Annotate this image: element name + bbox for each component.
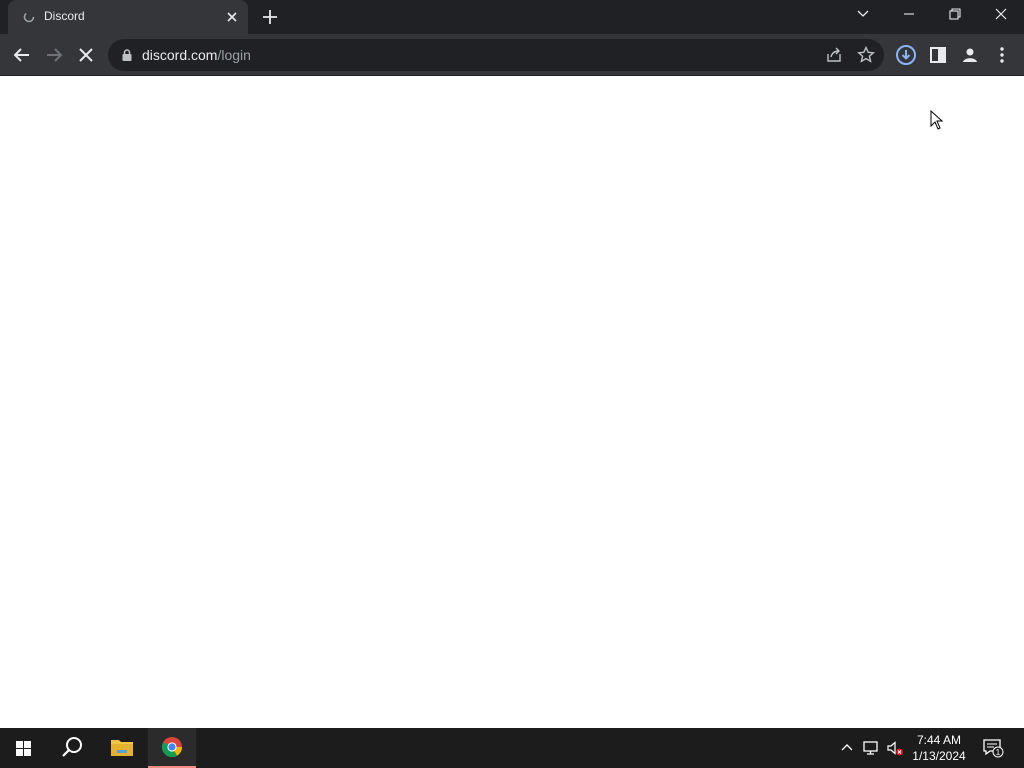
url-path: /login <box>217 47 251 63</box>
download-icon[interactable] <box>894 43 918 67</box>
clock-time: 7:44 AM <box>916 733 962 747</box>
address-bar[interactable]: discord.com/login <box>108 39 884 71</box>
mouse-cursor-icon <box>930 110 944 130</box>
bookmark-star-icon[interactable] <box>856 45 876 65</box>
lock-icon[interactable] <box>120 48 134 62</box>
more-menu-icon[interactable] <box>990 43 1014 67</box>
file-explorer-icon[interactable] <box>98 728 146 768</box>
windows-start-icon[interactable] <box>0 728 48 768</box>
minimize-icon[interactable] <box>886 0 932 30</box>
restore-icon[interactable] <box>932 0 978 30</box>
new-tab-icon[interactable] <box>260 7 280 27</box>
tab-discord[interactable]: Discord <box>8 0 248 34</box>
stop-loading-icon[interactable] <box>74 43 98 67</box>
loading-favicon-icon <box>23 11 35 23</box>
action-center-button[interactable]: 1 <box>982 738 1004 758</box>
page-content <box>0 76 1024 728</box>
close-window-icon[interactable] <box>978 0 1024 30</box>
clock-date: 1/13/2024 <box>912 749 966 763</box>
search-icon[interactable] <box>48 728 96 768</box>
network-icon[interactable] <box>862 739 880 757</box>
tab-search-icon[interactable] <box>840 0 886 30</box>
windows-taskbar: 7:44 AM 1/13/2024 1 <box>0 728 1024 768</box>
chrome-taskbar-button[interactable] <box>148 728 196 768</box>
notification-count: 1 <box>996 748 1001 757</box>
url-host: discord.com <box>142 47 218 63</box>
system-clock[interactable]: 7:44 AM 1/13/2024 <box>908 732 970 764</box>
side-panel-icon[interactable] <box>926 43 950 67</box>
profile-icon[interactable] <box>958 43 982 67</box>
volume-muted-icon[interactable] <box>886 739 904 757</box>
chrome-icon <box>161 737 183 758</box>
browser-toolbar: discord.com/login <box>0 34 1024 76</box>
share-icon[interactable] <box>824 45 844 65</box>
chevron-up-icon[interactable] <box>838 739 856 757</box>
notification-icon: 1 <box>983 739 1004 758</box>
forward-icon[interactable] <box>42 43 66 67</box>
browser-titlebar: Discord <box>0 0 1024 34</box>
close-tab-icon[interactable] <box>224 9 240 25</box>
back-icon[interactable] <box>10 43 34 67</box>
url-text[interactable]: discord.com/login <box>142 47 251 63</box>
tab-title: Discord <box>44 9 85 23</box>
